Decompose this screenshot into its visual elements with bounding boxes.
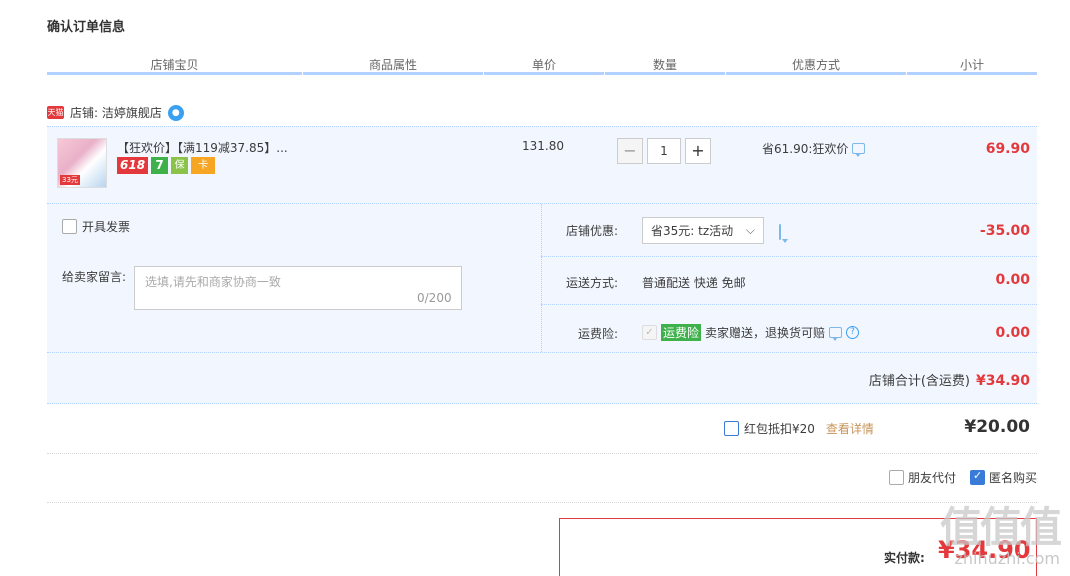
- qty-increase-button[interactable]: +: [685, 138, 711, 164]
- hongbao-amount: ¥20.00: [964, 417, 1030, 437]
- shop-row: 天猫 店铺: 洁婷旗舰店 ●: [47, 104, 184, 121]
- unit-price: 131.80: [522, 139, 564, 153]
- hongbao-row: 红包抵扣¥20 查看详情: [724, 420, 874, 437]
- product-thumbnail[interactable]: 33元: [57, 138, 107, 188]
- shipping-value: 普通配送 快递 免邮: [642, 276, 746, 290]
- comment-icon[interactable]: [779, 224, 781, 240]
- product-title[interactable]: 【狂欢价】【满119减37.85】...: [117, 139, 307, 156]
- shop-total-label: 店铺合计(含运费): [868, 374, 970, 389]
- freight-insurance-info: ✓ 运费险 卖家赠送，退换货可赔 ?: [642, 324, 860, 341]
- shop-total-value: ¥34.90: [975, 373, 1030, 389]
- help-icon[interactable]: ?: [846, 326, 860, 339]
- message-label: 给卖家留言:: [62, 270, 127, 284]
- guarantee-icon: 保: [171, 157, 189, 174]
- message-char-count: 0/200: [417, 291, 452, 305]
- friend-pay-label: 朋友代付: [907, 471, 956, 485]
- hongbao-checkbox[interactable]: [724, 421, 739, 436]
- badge-618-icon: 618: [117, 157, 149, 174]
- credit-card-icon: 卡: [191, 157, 216, 174]
- anonymous-option[interactable]: 匿名购买: [969, 469, 1037, 486]
- chevron-down-icon: ⌵: [745, 223, 755, 237]
- qty-input[interactable]: 1: [647, 138, 681, 164]
- qty-decrease-button[interactable]: −: [617, 138, 643, 164]
- shop-name[interactable]: 店铺: 洁婷旗舰店: [70, 104, 162, 121]
- invoice-checkbox[interactable]: [62, 219, 77, 234]
- item-subtotal: 69.90: [985, 141, 1030, 157]
- wangwang-chat-icon[interactable]: ●: [167, 104, 184, 121]
- col-underline: [484, 72, 604, 75]
- shop-discount-select[interactable]: 省35元: tz活动 ⌵: [642, 217, 764, 244]
- freight-insurance-text: 卖家赠送，退换货可赔: [705, 326, 826, 340]
- freight-insurance-label: 运费险:: [578, 327, 619, 341]
- comment-icon[interactable]: [829, 327, 843, 341]
- invoice-option[interactable]: 开具发票: [62, 218, 130, 235]
- watermark-url: zhihuzhi.com: [954, 549, 1060, 568]
- invoice-label: 开具发票: [82, 220, 131, 234]
- freight-insurance-amount: 0.00: [995, 325, 1030, 341]
- watermark-logo: 值值值: [939, 503, 1062, 552]
- payment-options: 朋友代付 匿名购买: [888, 469, 1037, 486]
- promo-text: 省61.90:狂欢价: [762, 142, 849, 156]
- message-input[interactable]: 选填,请先和商家协商一致: [134, 266, 462, 310]
- shipping-label: 运送方式:: [566, 276, 619, 290]
- thumbnail-price-tag: 33元: [60, 175, 80, 185]
- shop-discount-label: 店铺优惠:: [566, 224, 619, 238]
- freight-insurance-checkbox: ✓: [642, 325, 657, 340]
- divider: [541, 256, 1037, 257]
- payment-label: 实付款:: [884, 551, 925, 565]
- promo-info: 省61.90:狂欢价: [762, 140, 866, 157]
- page-title: 确认订单信息: [47, 20, 126, 35]
- comment-icon[interactable]: [852, 143, 866, 157]
- col-underline: [726, 72, 906, 75]
- col-underline: [303, 72, 483, 75]
- divider: [47, 502, 1037, 503]
- shop-total: 店铺合计(含运费) ¥34.90: [869, 370, 1030, 389]
- col-underline: [47, 72, 302, 75]
- tmall-icon: 天猫: [47, 106, 64, 119]
- quantity-stepper: − 1 +: [617, 138, 711, 164]
- anonymous-checkbox[interactable]: [969, 469, 985, 485]
- hongbao-detail-link[interactable]: 查看详情: [826, 420, 874, 437]
- shipping-amount: 0.00: [995, 272, 1030, 288]
- col-underline: [907, 72, 1037, 75]
- product-badges: 618 7 保 卡: [117, 157, 216, 174]
- shop-discount-amount: -35.00: [979, 223, 1030, 239]
- friend-pay-option[interactable]: 朋友代付: [888, 469, 956, 486]
- divider: [47, 453, 1037, 454]
- friend-pay-checkbox[interactable]: [888, 470, 904, 485]
- hongbao-label: 红包抵扣¥20: [744, 422, 815, 436]
- anonymous-label: 匿名购买: [988, 471, 1037, 485]
- seven-day-return-icon: 7: [151, 157, 169, 174]
- shop-discount-selected: 省35元: tz活动: [651, 224, 734, 238]
- freight-insurance-tag: 运费险: [661, 324, 702, 341]
- col-underline: [605, 72, 725, 75]
- divider: [541, 304, 1037, 305]
